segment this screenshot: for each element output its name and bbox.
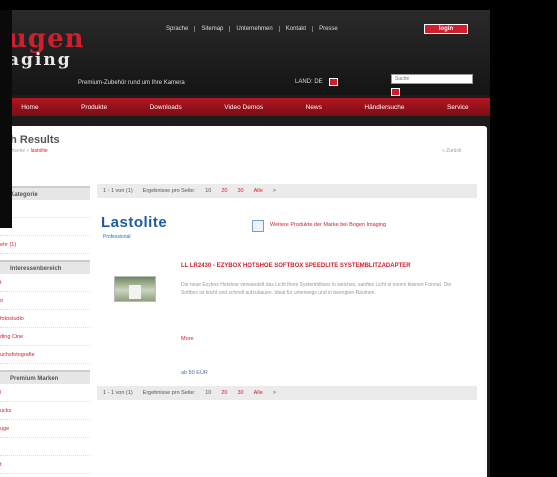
sidebar-heading-interest: Interessenbereich	[0, 260, 90, 274]
country-label: LAND: DE	[295, 79, 323, 85]
sidebar-heading-category: Kategorie	[0, 186, 90, 200]
website: ugen aging Sprache Sitemap Unternehmen K…	[0, 10, 490, 477]
product-image[interactable]	[114, 276, 156, 302]
pager-bottom: 1 - 1 von (1) Ergebnisse pro Seite: 10 2…	[97, 386, 477, 400]
sidebar-item[interactable]: fotostudio	[0, 310, 90, 328]
sidebar-item[interactable]	[0, 218, 90, 236]
nav-products[interactable]: Produkte	[81, 104, 107, 111]
nav-downloads[interactable]: Downloads	[150, 104, 182, 111]
sidebar-item[interactable]: t	[0, 274, 90, 292]
topnav-language[interactable]: Sprache	[160, 26, 196, 32]
filter-sidebar: Kategorie e (1) ehr (1) Interessenbereic…	[0, 180, 90, 474]
sidebar-item[interactable]: l	[0, 384, 90, 402]
per-page-30[interactable]: 30	[238, 390, 244, 396]
per-page-30[interactable]: 30	[238, 188, 244, 194]
nav-video-demos[interactable]: Video Demos	[224, 104, 263, 111]
product-title[interactable]: LL LR2430 - EZYBOX HOTSHOE SOFTBOX SPEED…	[181, 262, 451, 270]
country-selector[interactable]: LAND: DE	[295, 78, 338, 86]
back-link[interactable]: « Zurück	[442, 148, 461, 154]
search-input[interactable]	[391, 74, 473, 84]
content-panel: ch Results Startseite » lastolite « Zurü…	[0, 126, 487, 477]
next-page-button[interactable]: >	[273, 390, 276, 396]
product-price[interactable]: ab 89 EUR	[181, 370, 208, 376]
per-page-label: Ergebnisse pro Seite:	[142, 188, 196, 194]
per-page-10[interactable]: 10	[205, 188, 211, 194]
manufacturer-tagline: Professional	[103, 234, 131, 240]
country-go-icon[interactable]	[328, 78, 338, 86]
nav-separator	[0, 116, 490, 126]
pager-top: 1 - 1 von (1) Ergebnisse pro Seite: 10 2…	[97, 184, 477, 198]
sidebar-item[interactable]: ehr (1)	[0, 236, 90, 254]
manufacturer-link[interactable]: Weitere Produkte der Marke bei Bogen Ima…	[270, 222, 386, 228]
sidebar-item[interactable]: e (1)	[0, 200, 90, 218]
breadcrumb-current: lastolite	[30, 148, 48, 154]
per-page-10[interactable]: 10	[205, 390, 211, 396]
brand-icon[interactable]	[252, 220, 264, 232]
sidebar-item[interactable]: ding Cine	[0, 328, 90, 346]
per-page-20[interactable]: 20	[221, 188, 227, 194]
manufacturer-logo[interactable]: Lastolite	[101, 214, 167, 231]
result-range: 1 - 1 von (1)	[103, 188, 133, 194]
more-link[interactable]: More	[181, 336, 194, 342]
per-page-20[interactable]: 20	[221, 390, 227, 396]
page-title: ch Results	[4, 134, 60, 146]
product-description: Die neue Ezybox Hotshoe verwandelt das L…	[181, 282, 452, 296]
sidebar-item[interactable]: uchsfotografie	[0, 346, 90, 364]
logo-panel	[0, 10, 12, 228]
top-nav: Sprache Sitemap Unternehmen Kontakt Pres…	[160, 26, 344, 32]
topnav-contact[interactable]: Kontakt	[280, 26, 314, 32]
tagline: Premium-Zubehör rund um Ihre Kamera	[78, 80, 185, 86]
login-button[interactable]: login	[424, 24, 468, 34]
sidebar-item[interactable]	[0, 438, 90, 456]
per-page-all[interactable]: Alle	[254, 390, 263, 396]
main-nav: Home Produkte Downloads Video Demos News…	[0, 98, 490, 116]
logo-text-secondary[interactable]: aging	[8, 50, 72, 70]
per-page-label: Ergebnisse pro Seite:	[142, 390, 196, 396]
topnav-press[interactable]: Presse	[313, 26, 344, 32]
sidebar-item[interactable]: o	[0, 292, 90, 310]
sidebar-item[interactable]: ucks	[0, 402, 90, 420]
nav-dealer-search[interactable]: Händlersuche	[364, 104, 404, 111]
topnav-sitemap[interactable]: Sitemap	[195, 26, 231, 32]
sidebar-heading-brands: Premium Marken	[0, 370, 90, 384]
topnav-company[interactable]: Unternehmen	[230, 26, 280, 32]
next-page-button[interactable]: >	[273, 188, 276, 194]
result-range: 1 - 1 von (1)	[103, 390, 133, 396]
header: ugen aging Sprache Sitemap Unternehmen K…	[0, 10, 490, 228]
nav-news[interactable]: News	[306, 104, 322, 111]
nav-service[interactable]: Service	[447, 104, 469, 111]
per-page-all[interactable]: Alle	[254, 188, 263, 194]
search-go-icon[interactable]	[391, 88, 400, 96]
sidebar-item[interactable]: t	[0, 456, 90, 474]
sidebar-item[interactable]: uge	[0, 420, 90, 438]
nav-home[interactable]: Home	[21, 104, 38, 111]
